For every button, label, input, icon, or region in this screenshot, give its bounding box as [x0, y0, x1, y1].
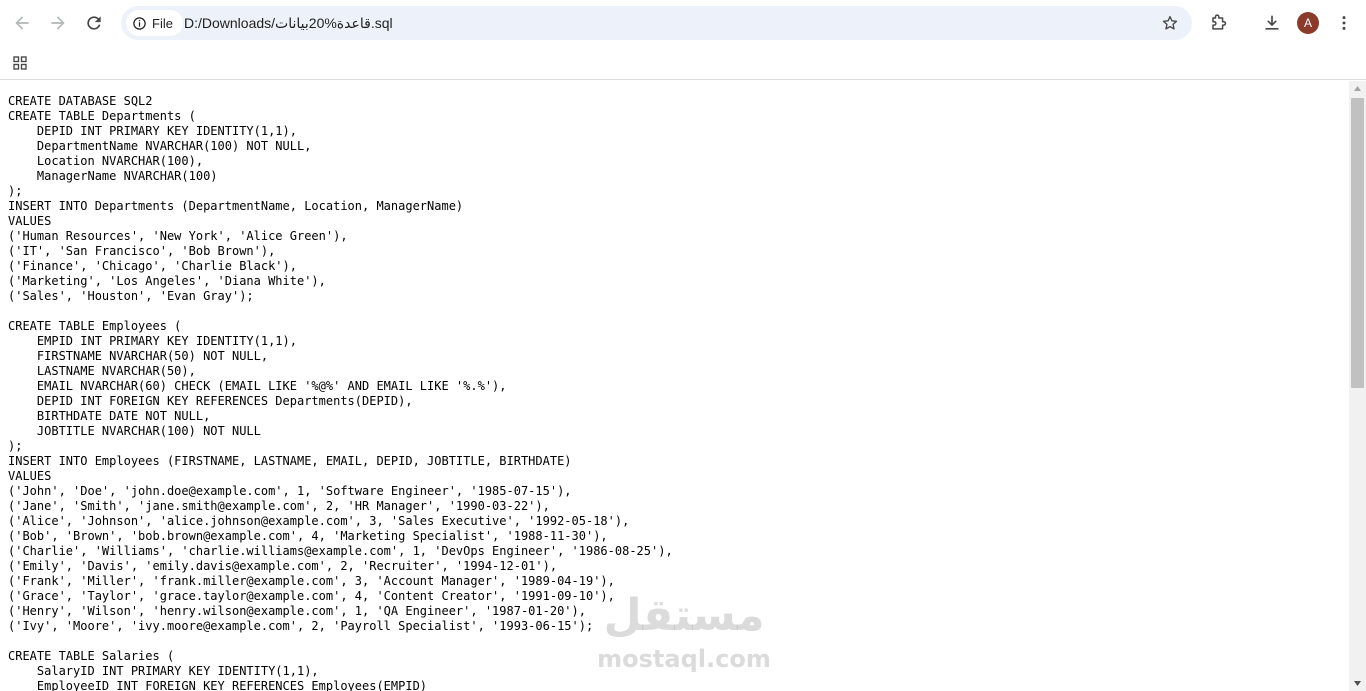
profile-avatar[interactable]: A [1297, 12, 1319, 34]
reload-button[interactable] [78, 7, 110, 39]
forward-button[interactable] [42, 7, 74, 39]
browser-menu-button[interactable] [1328, 7, 1360, 39]
url-text[interactable]: D:/Downloads/قاعدة%20بيانات.sql [184, 6, 393, 40]
more-vertical-icon [1342, 16, 1346, 30]
scroll-thumb[interactable] [1351, 98, 1364, 388]
apps-grid-icon [13, 56, 27, 70]
arrow-left-icon [15, 16, 29, 30]
arrow-right-icon [51, 16, 65, 30]
triangle-down-icon [1354, 681, 1361, 686]
file-viewer: CREATE DATABASE SQL2 CREATE TABLE Depart… [0, 81, 1349, 691]
bookmark-button[interactable] [1158, 11, 1182, 35]
site-info-chip[interactable]: File [126, 10, 183, 36]
downloads-button[interactable] [1256, 7, 1288, 39]
puzzle-icon [1212, 14, 1227, 30]
address-bar[interactable]: File D:/Downloads/قاعدة%20بيانات.sql [121, 6, 1192, 40]
apps-button[interactable] [8, 51, 32, 75]
star-icon [1162, 15, 1178, 30]
vertical-scrollbar[interactable] [1349, 81, 1366, 691]
info-circle-icon [133, 16, 146, 30]
reload-icon [87, 16, 101, 30]
browser-toolbar: File D:/Downloads/قاعدة%20بيانات.sql A [0, 0, 1366, 46]
scroll-down-arrow[interactable] [1349, 676, 1366, 691]
site-chip-label: File [152, 15, 173, 31]
bookmarks-bar [0, 46, 1366, 80]
scroll-up-arrow[interactable] [1349, 81, 1366, 96]
sql-file-content: CREATE DATABASE SQL2 CREATE TABLE Depart… [8, 94, 673, 691]
triangle-up-icon [1354, 86, 1361, 91]
extensions-button[interactable] [1202, 7, 1234, 39]
back-button[interactable] [6, 7, 38, 39]
download-icon [1265, 15, 1279, 30]
